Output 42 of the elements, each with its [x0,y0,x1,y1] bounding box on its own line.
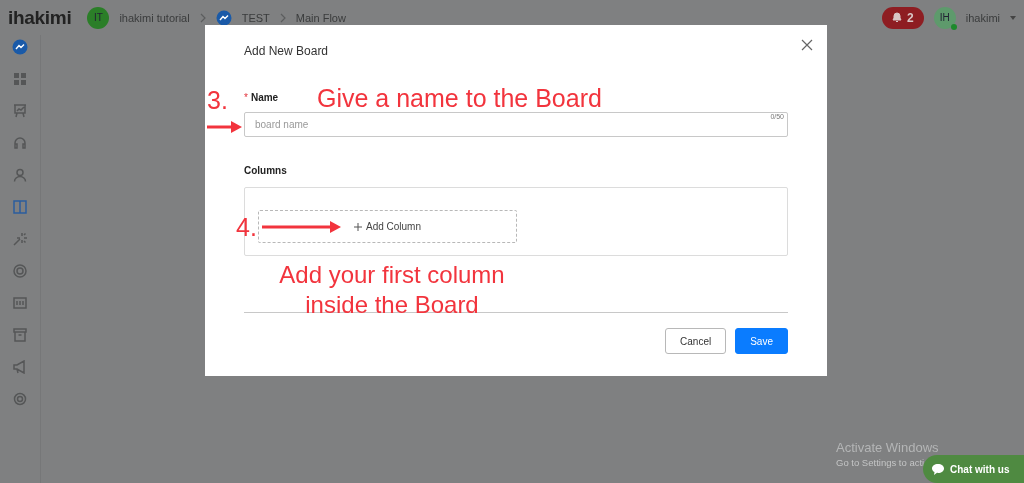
activation-text: Go to Settings to acti [836,457,925,468]
archive-icon[interactable] [13,328,27,342]
user-name[interactable]: ihakimi [965,11,1000,24]
sparkle-icon[interactable] [13,232,27,246]
annotation-text: Add your first column inside the Board [278,260,506,320]
caret-icon[interactable] [1010,15,1016,20]
headset-icon[interactable] [13,136,27,150]
breadcrumb[interactable]: TEST [241,11,270,24]
plus-icon [354,222,362,231]
breadcrumb[interactable]: Main Flow [295,11,346,24]
logo[interactable]: ihakimi [8,6,72,29]
notification-badge[interactable]: 2 [882,6,924,29]
save-button[interactable]: Save [735,328,788,354]
chat-bubble-icon [931,462,945,476]
cancel-button[interactable]: Cancel [665,328,727,354]
messenger-icon[interactable] [215,9,232,26]
board-icon[interactable] [13,200,27,214]
add-column-button[interactable]: Add Column [258,210,517,243]
card-icon[interactable] [13,297,27,309]
arrow-icon [262,221,341,233]
close-icon[interactable] [801,39,813,51]
chevron-icon [199,12,206,23]
settings-icon[interactable] [13,392,27,406]
messenger-icon[interactable] [12,39,28,55]
user-avatar[interactable]: IH [933,6,956,29]
field-label: Name [250,92,279,103]
workspace-name[interactable]: ihakimi tutorial [119,11,190,24]
section-label: Columns [244,165,287,176]
chevron-icon [279,12,286,23]
required-mark: * [244,92,248,103]
arrow-icon [207,121,242,133]
grid-icon[interactable] [14,73,26,85]
presentation-icon[interactable] [13,104,27,118]
lifebuoy-icon[interactable] [13,264,27,278]
workspace-avatar: IT [87,6,110,29]
step-number: 4. [236,215,257,240]
dialog-title: Add New Board [244,44,329,58]
step-number: 3. [207,88,228,113]
chat-button[interactable]: Chat with us [923,455,1024,483]
annotation-text: Give a name to the Board [317,86,602,111]
megaphone-icon[interactable] [13,360,27,374]
user-icon[interactable] [13,168,27,182]
